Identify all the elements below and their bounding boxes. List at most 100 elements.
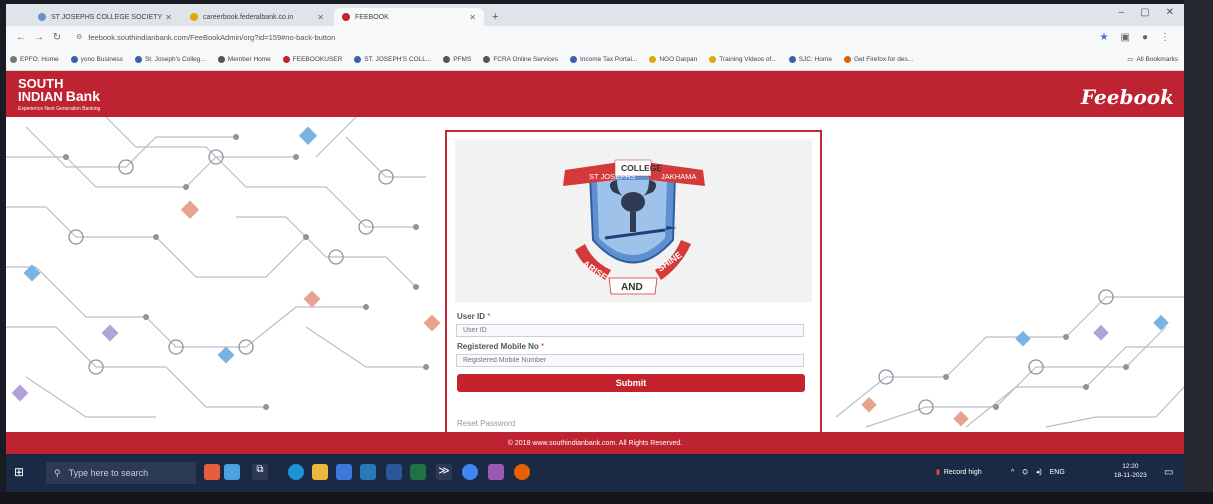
toolbar-actions: ★ ▣ ● ⋮ bbox=[1100, 32, 1170, 43]
reset-password-link[interactable]: Reset Password bbox=[457, 419, 515, 428]
college-logo-panel: ST JOSEPHS COLLEGE JAKHAMA ARISE AND SHI… bbox=[455, 140, 812, 302]
back-arrow-icon[interactable]: ← bbox=[14, 32, 28, 43]
bank-word: Bank bbox=[65, 88, 101, 104]
close-tab-icon[interactable]: ✕ bbox=[317, 13, 324, 22]
mobile-number-input[interactable] bbox=[456, 354, 804, 367]
language-indicator[interactable]: ENG bbox=[1050, 469, 1065, 476]
bookmark-favicon-icon bbox=[354, 55, 362, 63]
taskbar-clock[interactable]: 12:20 18-11-2023 bbox=[1114, 462, 1147, 480]
chrome-icon[interactable] bbox=[462, 464, 478, 480]
monitor-bezel-right bbox=[1184, 0, 1213, 504]
browser-tab-careerbook[interactable]: careerbook.federalbank.co.in ✕ bbox=[182, 8, 332, 26]
new-tab-button[interactable]: + bbox=[486, 8, 504, 26]
logo-text-college: COLLEGE bbox=[621, 163, 662, 173]
task-view-icon[interactable]: ⧉ bbox=[252, 464, 268, 480]
file-explorer-icon[interactable] bbox=[312, 464, 328, 480]
bookmark-item[interactable]: FEEBOOKUSER bbox=[282, 55, 342, 63]
page-footer: © 2018 www.southindianbank.com. All Righ… bbox=[6, 432, 1184, 454]
bookmark-favicon-icon bbox=[443, 55, 451, 63]
feebook-logo: Feebook bbox=[1080, 85, 1174, 109]
clock-time: 12:20 bbox=[1122, 463, 1139, 470]
all-bookmarks-button[interactable]: ▭ All Bookmarks bbox=[1127, 55, 1178, 64]
minimize-icon[interactable]: – bbox=[1119, 7, 1125, 18]
notification-icon[interactable]: ▭ bbox=[1164, 467, 1173, 478]
mobile-number-label: Registered Mobile No * bbox=[457, 342, 545, 351]
clock-date: 18-11-2023 bbox=[1114, 472, 1147, 479]
monitor-bezel-bottom bbox=[0, 492, 1213, 504]
bookmark-item[interactable]: St. Joseph's Colleg... bbox=[134, 55, 206, 63]
monitor-screen: ST JOSEPHS COLLEGE SOCIETY ✕ careerbook.… bbox=[6, 4, 1184, 492]
menu-kebab-icon[interactable]: ⋮ bbox=[1160, 32, 1170, 43]
profile-avatar-icon[interactable]: ● bbox=[1142, 32, 1148, 43]
edge-browser-icon[interactable] bbox=[288, 464, 304, 480]
tab-label: careerbook.federalbank.co.in bbox=[203, 13, 294, 21]
user-id-label: User ID * bbox=[457, 312, 491, 321]
bookmark-favicon-icon bbox=[10, 55, 17, 63]
college-crest-logo: ST JOSEPHS COLLEGE JAKHAMA ARISE AND SHI… bbox=[563, 159, 705, 295]
close-window-icon[interactable]: ✕ bbox=[1166, 7, 1174, 18]
sidepanel-icon[interactable]: ▣ bbox=[1121, 32, 1130, 43]
mail-icon[interactable] bbox=[360, 464, 376, 480]
bookmark-star-icon[interactable]: ★ bbox=[1100, 32, 1109, 43]
windows-taskbar: ⊞ ⚲ Type here to search ⧉ ≫ ▮ Record high… bbox=[6, 454, 1184, 492]
browser-tab-feebook[interactable]: FEEBOOK ✕ bbox=[334, 8, 484, 26]
tab-label: FEEBOOK bbox=[355, 13, 389, 21]
bookmark-item[interactable]: Training Videos of... bbox=[709, 55, 777, 63]
bookmark-item[interactable]: EPFO: Home bbox=[10, 55, 59, 63]
maximize-icon[interactable]: ▢ bbox=[1140, 7, 1149, 18]
bookmark-favicon-icon bbox=[843, 55, 851, 63]
word-icon[interactable] bbox=[386, 464, 402, 480]
bookmark-item[interactable]: yono Business bbox=[70, 55, 123, 63]
bookmark-item[interactable]: Income Tax Portal... bbox=[569, 55, 637, 63]
reload-icon[interactable]: ↻ bbox=[50, 32, 64, 43]
record-high-widget[interactable]: ▮ Record high bbox=[936, 468, 982, 476]
bank-name-line2: INDIAN bbox=[18, 89, 63, 104]
logo-text-jakhama: JAKHAMA bbox=[661, 172, 696, 181]
close-tab-icon[interactable]: ✕ bbox=[469, 13, 476, 22]
address-bar[interactable]: ⚙ feebook.southindianbank.com/FeeBookAdm… bbox=[76, 29, 1100, 45]
volume-icon[interactable]: ◂) bbox=[1036, 469, 1042, 476]
user-id-input[interactable] bbox=[456, 324, 804, 337]
bookmark-item[interactable]: SJC: Home bbox=[788, 55, 832, 63]
bookmark-item[interactable]: NGO Darpan bbox=[649, 55, 697, 63]
bookmark-favicon-icon bbox=[134, 55, 142, 63]
bookmark-favicon-icon bbox=[569, 55, 577, 63]
submit-button[interactable]: Submit bbox=[457, 374, 805, 392]
tab-favicon-icon bbox=[38, 13, 46, 21]
bookmark-item[interactable]: Get Firefox for des... bbox=[843, 55, 913, 63]
bookmark-item[interactable]: FCRA Online Services bbox=[483, 55, 558, 63]
bookmark-favicon-icon bbox=[649, 55, 657, 63]
required-asterisk: * bbox=[487, 312, 491, 321]
forward-arrow-icon[interactable]: → bbox=[32, 32, 46, 43]
logo-text-st-josephs: ST JOSEPHS bbox=[589, 172, 636, 181]
bookmark-favicon-icon bbox=[709, 55, 717, 63]
browser-tab-sjc-society[interactable]: ST JOSEPHS COLLEGE SOCIETY ✕ bbox=[30, 8, 180, 26]
bookmark-favicon-icon bbox=[282, 55, 290, 63]
bookmark-item[interactable]: ST. JOSEPH'S COLL... bbox=[354, 55, 431, 63]
bookmark-favicon-icon bbox=[217, 55, 225, 63]
browser-toolbar: ← → ↻ ⚙ feebook.southindianbank.com/FeeB… bbox=[6, 26, 1184, 48]
widgets-icon[interactable] bbox=[204, 464, 220, 480]
browser-tab-strip: ST JOSEPHS COLLEGE SOCIETY ✕ careerbook.… bbox=[6, 4, 1184, 26]
tab-favicon-icon bbox=[190, 13, 198, 21]
terminal-icon[interactable]: ≫ bbox=[436, 464, 452, 480]
windows-start-icon[interactable]: ⊞ bbox=[14, 465, 28, 479]
store-icon[interactable] bbox=[336, 464, 352, 480]
window-controls: – ▢ ✕ bbox=[1119, 7, 1174, 18]
firefox-icon[interactable] bbox=[514, 464, 530, 480]
network-icon[interactable]: ⛭ bbox=[1022, 469, 1028, 476]
copyright-text: © 2018 www.southindianbank.com. All Righ… bbox=[507, 439, 683, 447]
close-tab-icon[interactable]: ✕ bbox=[165, 13, 172, 22]
taskbar-search-box[interactable]: ⚲ Type here to search bbox=[46, 462, 196, 484]
search-placeholder: Type here to search bbox=[68, 468, 149, 478]
bank-tagline: Experience Next Generation Banking bbox=[18, 106, 101, 112]
widgets-icon-2[interactable] bbox=[224, 464, 240, 480]
app-icon[interactable] bbox=[488, 464, 504, 480]
bookmark-item[interactable]: Member Home bbox=[217, 55, 271, 63]
tray-chevron-icon[interactable]: ^ bbox=[1011, 469, 1014, 476]
bookmark-item[interactable]: PFMS bbox=[443, 55, 471, 63]
site-info-icon[interactable]: ⚙ bbox=[76, 33, 82, 41]
page-header: SOUTH INDIAN Bank Experience Next Generat… bbox=[6, 71, 1184, 117]
url-text: feebook.southindianbank.com/FeeBookAdmin… bbox=[88, 32, 336, 42]
excel-icon[interactable] bbox=[410, 464, 426, 480]
